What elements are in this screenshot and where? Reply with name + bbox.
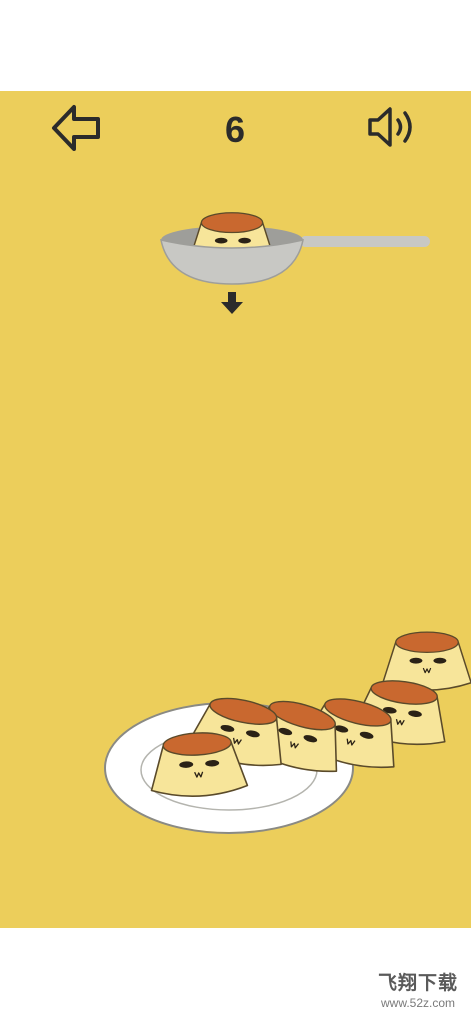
watermark-title: 飞翔下载 — [377, 973, 458, 994]
top-margin — [0, 0, 471, 91]
score-counter: 6 — [224, 109, 246, 150]
back-button[interactable] — [50, 103, 102, 153]
speaker-icon — [368, 107, 412, 147]
game-area[interactable] — [0, 91, 471, 928]
sound-button[interactable] — [366, 103, 420, 151]
back-arrow-icon — [52, 105, 100, 151]
watermark-url: www.52z.com — [380, 996, 456, 1010]
watermark: 飞翔下载 www.52z.com — [368, 972, 468, 1016]
